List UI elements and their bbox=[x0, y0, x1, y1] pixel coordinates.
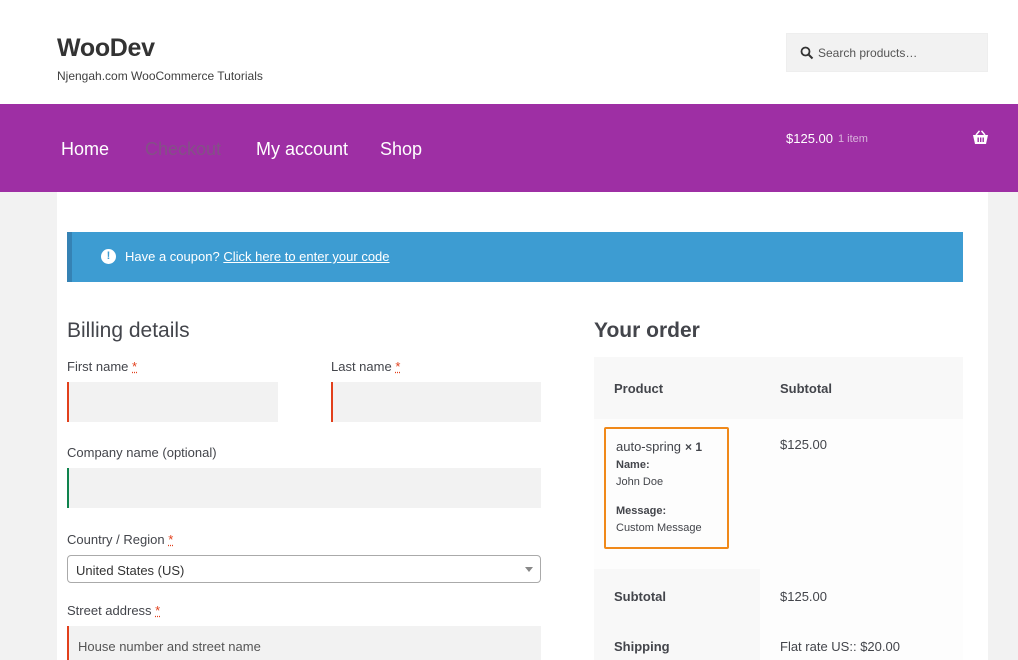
street-label: Street address * bbox=[67, 603, 161, 618]
meta-key: Name: bbox=[616, 459, 650, 471]
shopping-basket-icon[interactable] bbox=[972, 130, 989, 145]
company-input[interactable] bbox=[69, 468, 541, 508]
meta-key: Message: bbox=[616, 505, 667, 517]
billing-title: Billing details bbox=[67, 319, 190, 342]
required-mark: * bbox=[168, 532, 174, 547]
country-label: Country / Region * bbox=[67, 532, 174, 547]
table-row: auto-spring × 1 Name: John Doe Message: C… bbox=[594, 419, 963, 569]
item-qty: × 1 bbox=[685, 440, 703, 454]
chevron-down-icon bbox=[525, 567, 533, 572]
meta-value: John Doe bbox=[616, 476, 664, 488]
shipping-label: Shipping bbox=[614, 639, 670, 654]
nav-item-shop[interactable]: Shop bbox=[380, 139, 422, 160]
first-name-input[interactable] bbox=[69, 382, 278, 422]
checkout-content: ! Have a coupon? Click here to enter you… bbox=[57, 192, 988, 660]
first-name-field[interactable] bbox=[67, 382, 278, 422]
coupon-notice: ! Have a coupon? Click here to enter you… bbox=[67, 232, 963, 282]
coupon-text: Have a coupon? Click here to enter your … bbox=[125, 249, 390, 264]
search-form bbox=[786, 33, 988, 72]
info-icon: ! bbox=[101, 249, 116, 264]
nav-item-home[interactable]: Home bbox=[61, 139, 109, 160]
search-input[interactable] bbox=[818, 34, 983, 71]
shipping-value[interactable]: Flat rate US:: $20.00 bbox=[780, 639, 900, 654]
last-name-input[interactable] bbox=[333, 382, 541, 422]
subtotal-label: Subtotal bbox=[614, 589, 666, 604]
country-value: United States (US) bbox=[76, 563, 185, 578]
required-mark: * bbox=[155, 603, 161, 618]
last-name-field[interactable] bbox=[331, 382, 541, 422]
required-mark: * bbox=[132, 359, 138, 374]
item-price: $125.00 bbox=[780, 437, 827, 452]
order-title: Your order bbox=[594, 319, 700, 342]
search-icon[interactable] bbox=[800, 46, 814, 60]
primary-navigation: Home Checkout My account Shop $125.00 1 … bbox=[0, 104, 1018, 192]
first-name-label: First name * bbox=[67, 359, 138, 374]
footer-values: $125.00 Flat rate US:: $20.00 bbox=[760, 569, 963, 660]
coupon-prompt: Have a coupon? bbox=[125, 249, 220, 264]
cart-count[interactable]: 1 item bbox=[838, 133, 868, 145]
last-name-label: Last name * bbox=[331, 359, 401, 374]
cart-amount[interactable]: $125.00 bbox=[786, 131, 833, 146]
meta-value: Custom Message bbox=[616, 522, 702, 534]
company-label: Company name (optional) bbox=[67, 445, 217, 460]
item-name: auto-spring × 1 bbox=[616, 439, 703, 454]
col-subtotal: Subtotal bbox=[780, 381, 832, 396]
item-highlight-box: auto-spring × 1 Name: John Doe Message: C… bbox=[604, 427, 729, 549]
col-product: Product bbox=[614, 381, 664, 396]
table-header: Product Subtotal bbox=[594, 357, 963, 419]
required-mark: * bbox=[395, 359, 401, 374]
country-select[interactable]: United States (US) bbox=[67, 555, 541, 583]
street-input[interactable] bbox=[69, 626, 541, 660]
company-field[interactable] bbox=[67, 468, 541, 508]
subtotal-value: $125.00 bbox=[780, 589, 827, 604]
site-description: Njengah.com WooCommerce Tutorials bbox=[57, 69, 263, 83]
site-header: WooDev Njengah.com WooCommerce Tutorials bbox=[0, 0, 1018, 104]
street-field[interactable] bbox=[67, 626, 541, 660]
nav-item-my-account[interactable]: My account bbox=[256, 139, 348, 160]
table-footer: Subtotal Shipping $125.00 Flat rate US::… bbox=[594, 569, 963, 660]
coupon-link[interactable]: Click here to enter your code bbox=[223, 249, 389, 264]
nav-item-checkout[interactable]: Checkout bbox=[145, 139, 221, 160]
site-title[interactable]: WooDev bbox=[57, 34, 155, 63]
